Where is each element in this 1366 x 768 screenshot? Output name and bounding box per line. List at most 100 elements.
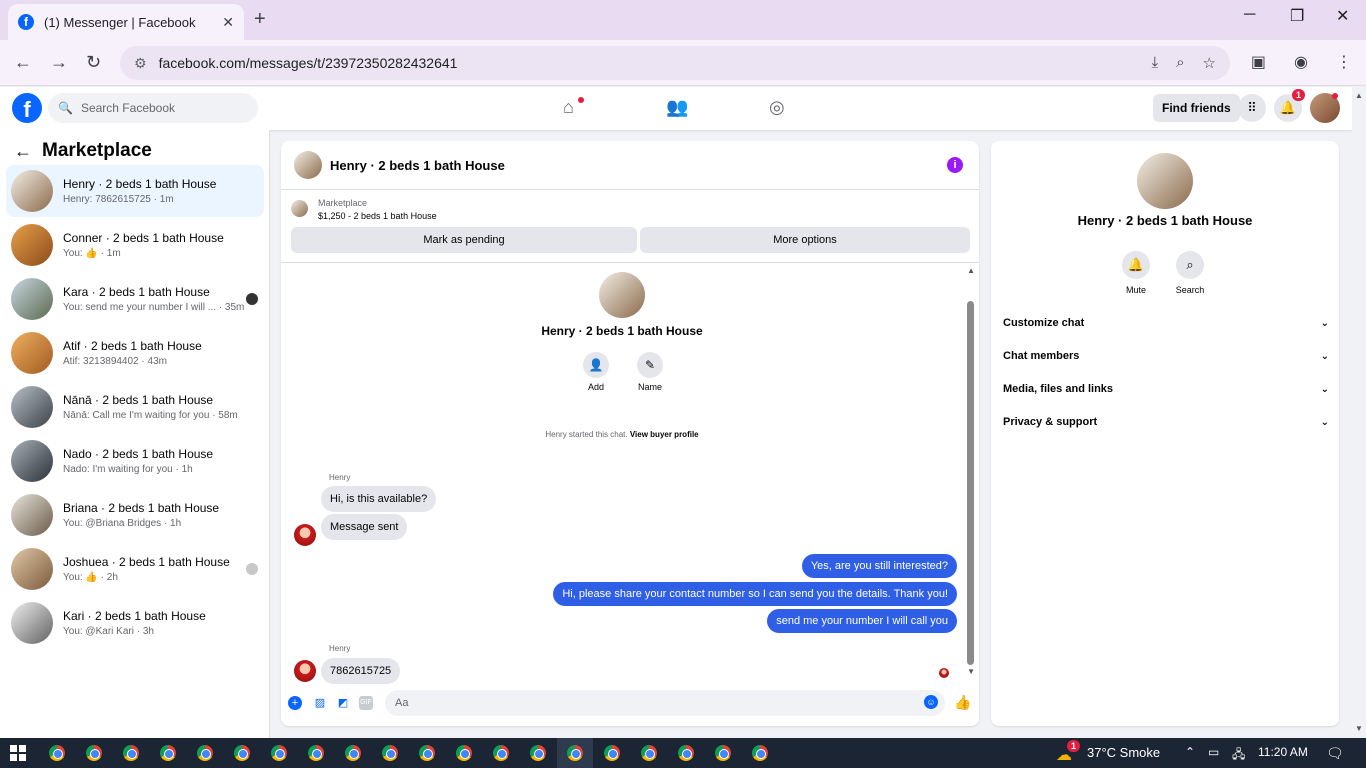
- chrome-taskbar-icon[interactable]: [678, 745, 694, 761]
- customize-chat-row[interactable]: Customize chat ⌄: [1003, 313, 1329, 333]
- scroll-down-arrow[interactable]: ▼: [967, 667, 975, 676]
- listing-thumbnail[interactable]: [291, 200, 308, 217]
- reload-icon[interactable]: ↻: [86, 52, 101, 73]
- conversation-item[interactable]: Henry · 2 beds 1 bath House Henry: 78626…: [6, 165, 264, 217]
- tab-search-icon[interactable]: ▣: [1251, 52, 1266, 72]
- media-files-links-row[interactable]: Media, files and links ⌄: [1003, 379, 1329, 399]
- restore-icon[interactable]: ❐: [1290, 6, 1304, 26]
- friends-icon[interactable]: 👥: [666, 97, 688, 118]
- conversation-item[interactable]: Kara · 2 beds 1 bath House You: send me …: [6, 273, 264, 325]
- notification-center-icon[interactable]: 🗨: [1326, 745, 1344, 762]
- photo-icon[interactable]: ▨: [313, 696, 327, 710]
- menu-kebab-icon[interactable]: ⋮: [1336, 52, 1352, 72]
- more-options-button[interactable]: More options: [640, 227, 970, 253]
- view-buyer-profile-link[interactable]: View buyer profile: [630, 430, 699, 439]
- conversation-item[interactable]: Joshuea · 2 beds 1 bath House You: 👍 · 2…: [6, 543, 264, 595]
- chrome-taskbar-icon[interactable]: [456, 745, 472, 761]
- chrome-taskbar-icon[interactable]: [382, 745, 398, 761]
- bookmark-star-icon[interactable]: ☆: [1203, 54, 1216, 72]
- menu-grid-icon[interactable]: ⠿: [1238, 94, 1266, 122]
- find-friends-button[interactable]: Find friends: [1153, 94, 1240, 122]
- conversation-item[interactable]: Atif · 2 beds 1 bath House Atif: 3213894…: [6, 327, 264, 379]
- back-arrow-icon[interactable]: ←: [14, 141, 32, 162]
- chrome-taskbar-icon[interactable]: [234, 745, 250, 761]
- network-icon[interactable]: 🖧: [1232, 745, 1245, 766]
- outgoing-message[interactable]: Yes, are you still interested?: [801, 554, 957, 578]
- conversation-item[interactable]: Conner · 2 beds 1 bath House You: 👍 · 1m: [6, 219, 264, 271]
- chrome-taskbar-icon[interactable]: [271, 745, 287, 761]
- forward-icon[interactable]: →: [50, 52, 68, 73]
- chrome-taskbar-icon[interactable]: [567, 745, 583, 761]
- chrome-taskbar-icon[interactable]: [530, 745, 546, 761]
- install-app-icon[interactable]: ⤓: [1152, 54, 1159, 72]
- incoming-message[interactable]: Hi, is this available?: [321, 486, 437, 512]
- chrome-taskbar-icon[interactable]: [197, 745, 213, 761]
- close-window-icon[interactable]: ✕: [1336, 6, 1349, 26]
- gif-icon[interactable]: GIF: [359, 696, 373, 710]
- incoming-message[interactable]: 7862615725: [321, 658, 401, 684]
- chat-title[interactable]: Henry · 2 beds 1 bath House: [330, 158, 505, 173]
- new-tab-button[interactable]: +: [254, 8, 266, 31]
- minimize-icon[interactable]: ─: [1244, 6, 1255, 24]
- emoji-icon[interactable]: ☺: [924, 695, 938, 709]
- thumbs-up-icon[interactable]: 👍: [954, 694, 971, 711]
- chrome-taskbar-icon[interactable]: [160, 745, 176, 761]
- listing-price[interactable]: $1,250 - 2 beds 1 bath House: [318, 211, 437, 221]
- sticker-icon[interactable]: ◩: [336, 696, 350, 710]
- chat-scrollbar[interactable]: [967, 301, 974, 665]
- chat-members-row[interactable]: Chat members ⌄: [1003, 346, 1329, 366]
- groups-icon[interactable]: ◎: [769, 97, 785, 118]
- chrome-taskbar-icon[interactable]: [419, 745, 435, 761]
- facebook-search-input[interactable]: 🔍 Search Facebook: [48, 93, 258, 123]
- thread-profile-avatar[interactable]: [599, 272, 645, 318]
- weather-text[interactable]: 37°C Smoke: [1087, 745, 1160, 760]
- privacy-support-row[interactable]: Privacy & support ⌄: [1003, 412, 1329, 432]
- windows-start-icon[interactable]: [10, 745, 26, 761]
- close-tab-icon[interactable]: ✕: [222, 14, 234, 31]
- conversation-item[interactable]: Kari · 2 beds 1 bath House You: @Kari Ka…: [6, 597, 264, 649]
- chrome-taskbar-icon[interactable]: [752, 745, 768, 761]
- info-icon[interactable]: i: [947, 157, 963, 173]
- chat-avatar[interactable]: [294, 151, 322, 179]
- chrome-taskbar-icon[interactable]: [345, 745, 361, 761]
- incoming-message[interactable]: Message sent: [321, 514, 408, 540]
- site-info-icon[interactable]: ⚙: [134, 55, 147, 72]
- add-people-button[interactable]: 👤 Add: [576, 352, 616, 392]
- conversation-item[interactable]: Nānā · 2 beds 1 bath House Nānā: Call me…: [6, 381, 264, 433]
- conversation-item[interactable]: Briana · 2 beds 1 bath House You: @Brian…: [6, 489, 264, 541]
- zoom-icon[interactable]: ⌕: [1176, 54, 1184, 72]
- edit-name-button[interactable]: ✎ Name: [630, 352, 670, 392]
- mark-as-pending-button[interactable]: Mark as pending: [291, 227, 637, 253]
- page-scrollbar[interactable]: ▲ ▼: [1352, 87, 1366, 738]
- sender-avatar[interactable]: [294, 524, 316, 546]
- profile-icon[interactable]: ◉: [1294, 52, 1308, 72]
- chrome-taskbar-icon[interactable]: [308, 745, 324, 761]
- facebook-logo-icon[interactable]: f: [12, 93, 42, 123]
- page-scroll-down[interactable]: ▼: [1355, 724, 1363, 733]
- mute-button[interactable]: 🔔 Mute: [1111, 251, 1161, 295]
- battery-icon[interactable]: ▭: [1208, 745, 1219, 759]
- home-icon[interactable]: ⌂: [563, 97, 574, 118]
- message-input[interactable]: Aa: [385, 690, 945, 716]
- outgoing-message[interactable]: Hi, please share your contact number so …: [553, 582, 957, 606]
- scroll-up-arrow[interactable]: ▲: [967, 266, 975, 275]
- chrome-taskbar-icon[interactable]: [641, 745, 657, 761]
- sender-avatar[interactable]: [294, 660, 316, 682]
- chrome-taskbar-icon[interactable]: [49, 745, 65, 761]
- page-scroll-up[interactable]: ▲: [1355, 91, 1363, 100]
- clock-text[interactable]: 11:20 AM: [1258, 745, 1308, 759]
- chrome-taskbar-icon[interactable]: [715, 745, 731, 761]
- chrome-taskbar-icon[interactable]: [493, 745, 509, 761]
- chrome-taskbar-icon[interactable]: [86, 745, 102, 761]
- search-chat-button[interactable]: ⌕ Search: [1165, 251, 1215, 295]
- plus-icon[interactable]: +: [288, 696, 302, 710]
- back-icon[interactable]: ←: [14, 52, 32, 73]
- chrome-taskbar-icon[interactable]: [604, 745, 620, 761]
- outgoing-message[interactable]: send me your number I will call you: [767, 609, 957, 633]
- address-bar[interactable]: ⚙ facebook.com/messages/t/23972350282432…: [120, 46, 1230, 80]
- details-avatar[interactable]: [1137, 153, 1193, 209]
- conversation-item[interactable]: Nado · 2 beds 1 bath House Nado: I'm wai…: [6, 435, 264, 487]
- chrome-taskbar-icon[interactable]: [123, 745, 139, 761]
- browser-tab[interactable]: f (1) Messenger | Facebook ✕: [8, 4, 244, 40]
- tray-chevron-up-icon[interactable]: ⌃: [1185, 745, 1195, 759]
